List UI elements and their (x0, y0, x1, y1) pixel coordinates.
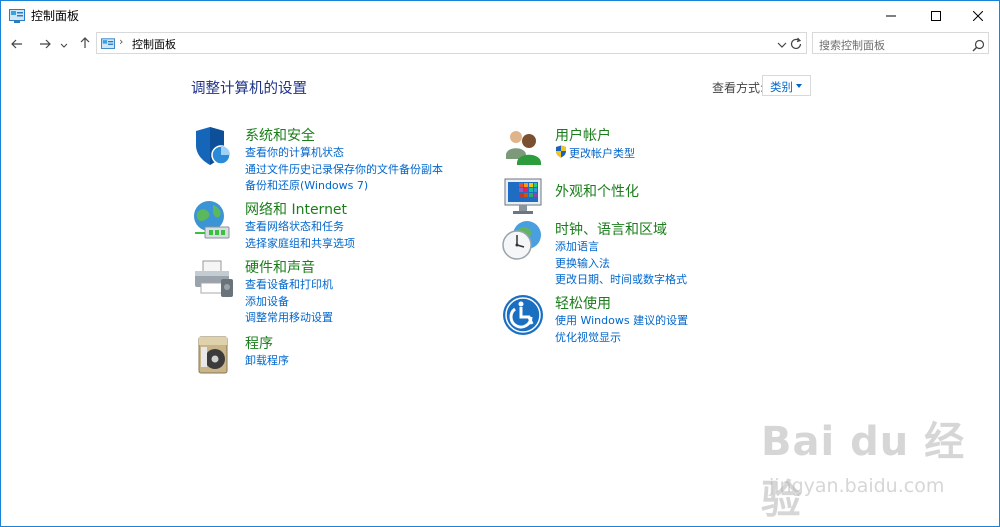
appearance-monitor-icon[interactable] (501, 175, 545, 219)
category-link[interactable]: 查看设备和打印机 (245, 277, 333, 294)
refresh-icon[interactable] (789, 36, 805, 52)
category-title[interactable]: 网络和 Internet (245, 199, 347, 219)
close-icon (972, 6, 984, 25)
category-programs: 程序 卸载程序 (191, 333, 491, 381)
category-links: 添加语言 更换输入法 更改日期、时间或数字格式 (555, 239, 687, 289)
category-hardware-sound: 硬件和声音 查看设备和打印机 添加设备 调整常用移动设置 (191, 257, 491, 327)
recent-locations-button[interactable] (58, 33, 70, 53)
category-link[interactable]: 通过文件历史记录保存你的文件备份副本 (245, 162, 443, 179)
category-link[interactable]: 更换输入法 (555, 256, 687, 273)
maximize-icon (931, 6, 941, 25)
category-title[interactable]: 外观和个性化 (555, 181, 639, 201)
title-bar[interactable]: 控制面板 (1, 1, 999, 29)
category-link[interactable]: 查看网络状态和任务 (245, 219, 355, 236)
network-globe-icon[interactable] (191, 199, 235, 243)
category-link[interactable]: 添加设备 (245, 294, 333, 311)
control-panel-icon (101, 36, 115, 49)
security-shield-icon[interactable] (191, 125, 235, 169)
watermark: Bai du 经验 jingyan.baidu.com (761, 409, 991, 523)
uac-shield-icon (555, 145, 569, 164)
clock-globe-icon[interactable] (501, 219, 545, 263)
category-title[interactable]: 时钟、语言和区域 (555, 219, 667, 239)
page-title: 调整计算机的设置 (191, 81, 307, 97)
window-title: 控制面板 (31, 9, 80, 23)
change-account-type-link[interactable]: 更改帐户类型 (555, 145, 635, 164)
arrow-up-icon (80, 34, 90, 53)
category-links: 查看网络状态和任务 选择家庭组和共享选项 (245, 219, 355, 252)
maximize-button[interactable] (915, 1, 957, 29)
category-title[interactable]: 用户帐户 (555, 125, 611, 145)
chevron-down-icon[interactable] (776, 36, 790, 50)
category-system-security: 系统和安全 查看你的计算机状态 通过文件历史记录保存你的文件备份副本 备份和还原… (191, 125, 491, 195)
category-links: 更改帐户类型 (555, 145, 635, 164)
category-links: 查看你的计算机状态 通过文件历史记录保存你的文件备份副本 备份和还原(Windo… (245, 145, 443, 195)
breadcrumb[interactable]: 控制面板 (132, 36, 176, 52)
printer-icon[interactable] (191, 257, 235, 301)
search-box[interactable]: 搜索控制面板 (812, 32, 989, 54)
minimize-button[interactable] (870, 1, 912, 29)
category-link[interactable]: 更改帐户类型 (569, 146, 635, 163)
dropdown-arrow-icon (796, 84, 802, 88)
category-links: 使用 Windows 建议的设置 优化视觉显示 (555, 313, 688, 346)
control-panel-icon (9, 8, 25, 23)
search-icon[interactable] (972, 37, 985, 52)
category-clock-language-region: 时钟、语言和区域 添加语言 更换输入法 更改日期、时间或数字格式 (501, 219, 801, 289)
chevron-down-icon (60, 34, 68, 53)
category-appearance: 外观和个性化 (501, 175, 801, 219)
category-title[interactable]: 系统和安全 (245, 125, 315, 145)
category-link[interactable]: 卸载程序 (245, 353, 289, 370)
view-by-dropdown[interactable]: 类别 (762, 75, 811, 96)
content-area: 调整计算机的设置 查看方式: 类别 系统和安全 查看你的计算机状态 通过文件历史… (1, 57, 999, 526)
category-link[interactable]: 使用 Windows 建议的设置 (555, 313, 688, 330)
watermark-url: jingyan.baidu.com (769, 475, 945, 497)
minimize-icon (886, 6, 896, 25)
category-link[interactable]: 更改日期、时间或数字格式 (555, 272, 687, 289)
navigation-bar: › 控制面板 搜索控制面板 (1, 29, 999, 57)
category-title[interactable]: 轻松使用 (555, 293, 611, 313)
view-by-label: 查看方式: (712, 81, 765, 95)
category-link[interactable]: 优化视觉显示 (555, 330, 688, 347)
category-links: 查看设备和打印机 添加设备 调整常用移动设置 (245, 277, 333, 327)
category-link[interactable]: 添加语言 (555, 239, 687, 256)
category-link[interactable]: 备份和还原(Windows 7) (245, 178, 443, 195)
close-button[interactable] (957, 1, 999, 29)
search-input[interactable]: 搜索控制面板 (819, 37, 885, 53)
watermark-logo: Bai du 经验 (761, 419, 966, 523)
arrow-left-icon (11, 34, 23, 53)
programs-icon[interactable] (191, 333, 235, 377)
ease-of-access-icon[interactable] (501, 293, 545, 337)
breadcrumb-separator[interactable]: › (119, 35, 123, 48)
category-links: 卸载程序 (245, 353, 289, 370)
category-link[interactable]: 选择家庭组和共享选项 (245, 236, 355, 253)
category-network-internet: 网络和 Internet 查看网络状态和任务 选择家庭组和共享选项 (191, 199, 491, 253)
control-panel-window: 控制面板 › 控制面板 搜索控制面板 调整计算机的设置 查看方式: 类别 系统和… (0, 0, 1000, 527)
address-bar[interactable]: › 控制面板 (96, 32, 807, 54)
user-accounts-icon[interactable] (501, 125, 545, 169)
category-title[interactable]: 硬件和声音 (245, 257, 315, 277)
category-title[interactable]: 程序 (245, 333, 273, 353)
category-ease-of-access: 轻松使用 使用 Windows 建议的设置 优化视觉显示 (501, 293, 801, 347)
category-user-accounts: 用户帐户 更改帐户类型 (501, 125, 801, 165)
arrow-right-icon (39, 34, 51, 53)
up-button[interactable] (75, 33, 95, 53)
category-link[interactable]: 调整常用移动设置 (245, 310, 333, 327)
back-button[interactable] (7, 33, 27, 53)
category-link[interactable]: 查看你的计算机状态 (245, 145, 443, 162)
forward-button[interactable] (35, 33, 55, 53)
view-by-value[interactable]: 类别 (770, 79, 793, 95)
